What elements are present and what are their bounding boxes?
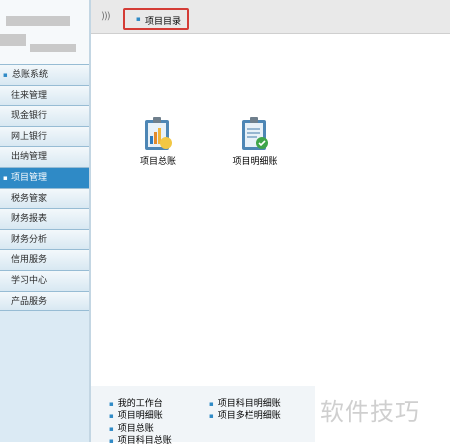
menu-label: 现金银行 xyxy=(11,111,48,122)
project-general-ledger-shortcut[interactable]: 项目总账 xyxy=(118,116,198,167)
menu-item-general-ledger[interactable]: ▪ 总账系统 xyxy=(0,64,89,85)
brand-logo-blurred xyxy=(0,0,89,64)
ledger-detail-icon xyxy=(242,117,268,150)
breadcrumb[interactable]: ▪ 项目目录 xyxy=(123,8,189,30)
menu-item-credit[interactable]: 信用服务 xyxy=(0,249,89,270)
menu-label: 项目管理 xyxy=(11,172,48,183)
menu-item-financial-analysis[interactable]: 财务分析 xyxy=(0,228,89,250)
menu-label: 信用服务 xyxy=(11,255,48,266)
menu-label: 财务报表 xyxy=(11,214,48,225)
menu-item-cashier[interactable]: 出纳管理 xyxy=(0,146,89,167)
shortcut-label: 项目总账 xyxy=(139,157,176,167)
menu-label: 出纳管理 xyxy=(11,152,48,163)
top-bar: ))) ▪ 项目目录 xyxy=(91,0,450,34)
menu-item-cash-bank[interactable]: 现金银行 xyxy=(0,105,89,126)
menu-label: 网上银行 xyxy=(11,131,48,142)
project-detail-ledger-shortcut[interactable]: 项目明细账 xyxy=(215,116,295,167)
ledger-chart-icon xyxy=(145,117,172,150)
menu-label: 总账系统 xyxy=(12,70,49,80)
menu-label: 财务分析 xyxy=(11,234,48,245)
menu-item-accounts[interactable]: 往来管理 xyxy=(0,84,89,106)
menu-item-online-bank[interactable]: 网上银行 xyxy=(0,125,89,147)
menu-item-project-management[interactable]: ▪ 项目管理 xyxy=(0,166,89,188)
shortcut-label: 项目明细账 xyxy=(232,157,278,167)
menu-item-financial-reports[interactable]: 财务报表 xyxy=(0,208,89,229)
menu-item-learning[interactable]: 学习中心 xyxy=(0,269,89,291)
menu-label: 学习中心 xyxy=(11,275,48,286)
quick-links-panel: ▪ 我的工作台 ▪ 项目明细账 ▪ 项目总账 ▪ 项目科目总账 ▪ 项目科目明细账 ▪ 项目… xyxy=(91,386,315,446)
quick-link[interactable]: ▪ 项目明细账 xyxy=(109,408,163,421)
breadcrumb-label: 项目目录 xyxy=(145,17,182,27)
quick-link[interactable]: ▪ 项目多栏明细账 xyxy=(209,408,281,421)
sidebar-menu: ▪ 总账系统 往来管理 现金银行 网上银行 出纳管理 ▪ 项目管理 税务管家 财务报… xyxy=(0,64,89,312)
menu-label: 产品服务 xyxy=(11,296,48,307)
menu-item-products[interactable]: 产品服务 xyxy=(0,290,89,312)
collapse-chevron-icon[interactable]: ))) xyxy=(101,11,111,22)
quick-link[interactable]: ▪ 项目科目总账 xyxy=(109,433,172,446)
sidebar-divider xyxy=(89,0,91,442)
menu-label: 往来管理 xyxy=(11,90,48,101)
watermark: 软件技巧 xyxy=(320,398,420,426)
sidebar: ▪ 总账系统 往来管理 现金银行 网上银行 出纳管理 ▪ 项目管理 税务管家 财务报… xyxy=(0,0,89,442)
menu-label: 税务管家 xyxy=(11,193,48,204)
menu-item-tax[interactable]: 税务管家 xyxy=(0,187,89,209)
